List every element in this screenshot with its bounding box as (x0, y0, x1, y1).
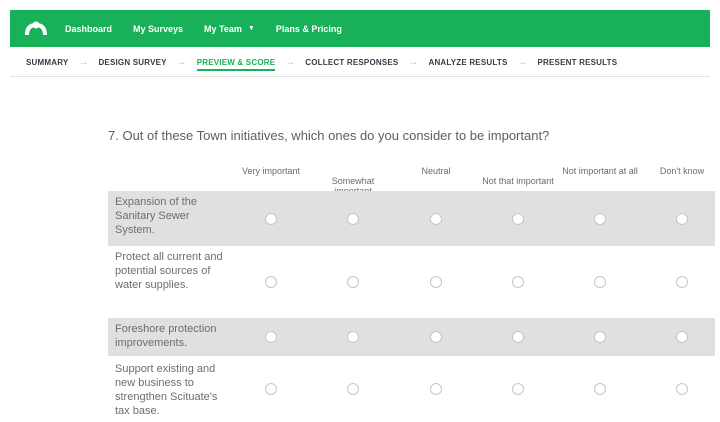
nav-link-my-team[interactable]: My Team ▼ (204, 24, 255, 34)
radio-button[interactable] (594, 331, 606, 343)
arrow-right-icon: → (176, 56, 187, 68)
caret-down-icon: ▼ (247, 25, 255, 32)
radio-button[interactable] (347, 212, 359, 225)
radio-button[interactable] (430, 212, 442, 225)
row-label: Foreshore protection improvements. (115, 323, 217, 349)
radio-button[interactable] (676, 212, 688, 225)
row-label: Support existing and new business to str… (115, 363, 218, 417)
radio-button[interactable] (347, 276, 359, 288)
step-collect-responses[interactable]: COLLECT RESPONSES (305, 58, 398, 67)
column-header: Neutral (421, 166, 451, 176)
matrix-row: Expansion of the Sanitary Sewer System. (108, 191, 715, 246)
radio-button[interactable] (512, 383, 524, 395)
matrix-row: Protect all current and potential source… (108, 246, 715, 318)
column-header: Very important (241, 166, 301, 176)
radio-button[interactable] (512, 212, 524, 225)
row-label: Protect all current and potential source… (115, 251, 223, 291)
radio-button[interactable] (676, 276, 688, 288)
radio-button[interactable] (594, 212, 606, 225)
top-nav-bar: Dashboard My Surveys My Team ▼ Plans & Prici… (10, 10, 710, 47)
radio-button[interactable] (512, 276, 524, 288)
arrow-right-icon: → (285, 56, 296, 68)
radio-button[interactable] (347, 383, 359, 395)
column-header: Not that important (482, 176, 554, 186)
step-design-survey[interactable]: DESIGN SURVEY (98, 58, 166, 67)
step-summary[interactable]: SUMMARY (26, 58, 68, 67)
radio-button[interactable] (265, 212, 277, 225)
step-analyze-results[interactable]: ANALYZE RESULTS (428, 58, 507, 67)
surveymonkey-logo-icon[interactable] (23, 19, 49, 39)
radio-button[interactable] (594, 276, 606, 288)
radio-button[interactable] (430, 331, 442, 343)
nav-link-dashboard[interactable]: Dashboard (65, 24, 112, 34)
column-header: Don't know (659, 166, 705, 176)
radio-button[interactable] (265, 276, 277, 288)
column-header: Not important at all (562, 166, 638, 176)
step-present-results[interactable]: PRESENT RESULTS (537, 58, 617, 67)
radio-button[interactable] (430, 383, 442, 395)
matrix-row: Support existing and new business to str… (108, 356, 715, 422)
survey-step-bar: SUMMARY → DESIGN SURVEY → PREVIEW & SCORE → CO… (10, 48, 710, 77)
matrix-row: Foreshore protection improvements. (108, 318, 715, 356)
radio-button[interactable] (676, 383, 688, 395)
radio-button[interactable] (594, 383, 606, 395)
radio-button[interactable] (676, 331, 688, 343)
nav-link-my-surveys[interactable]: My Surveys (133, 24, 183, 34)
nav-link-plans-pricing[interactable]: Plans & Pricing (276, 24, 342, 34)
arrow-right-icon: → (78, 56, 89, 68)
step-preview-score[interactable]: PREVIEW & SCORE (196, 58, 276, 71)
row-label: Expansion of the Sanitary Sewer System. (115, 196, 197, 236)
radio-button[interactable] (265, 383, 277, 395)
question-title: 7. Out of these Town initiatives, which … (108, 128, 550, 143)
arrow-right-icon: → (517, 56, 528, 68)
radio-button[interactable] (430, 276, 442, 288)
radio-button[interactable] (512, 331, 524, 343)
radio-button[interactable] (265, 331, 277, 343)
radio-button[interactable] (347, 331, 359, 343)
arrow-right-icon: → (408, 56, 419, 68)
